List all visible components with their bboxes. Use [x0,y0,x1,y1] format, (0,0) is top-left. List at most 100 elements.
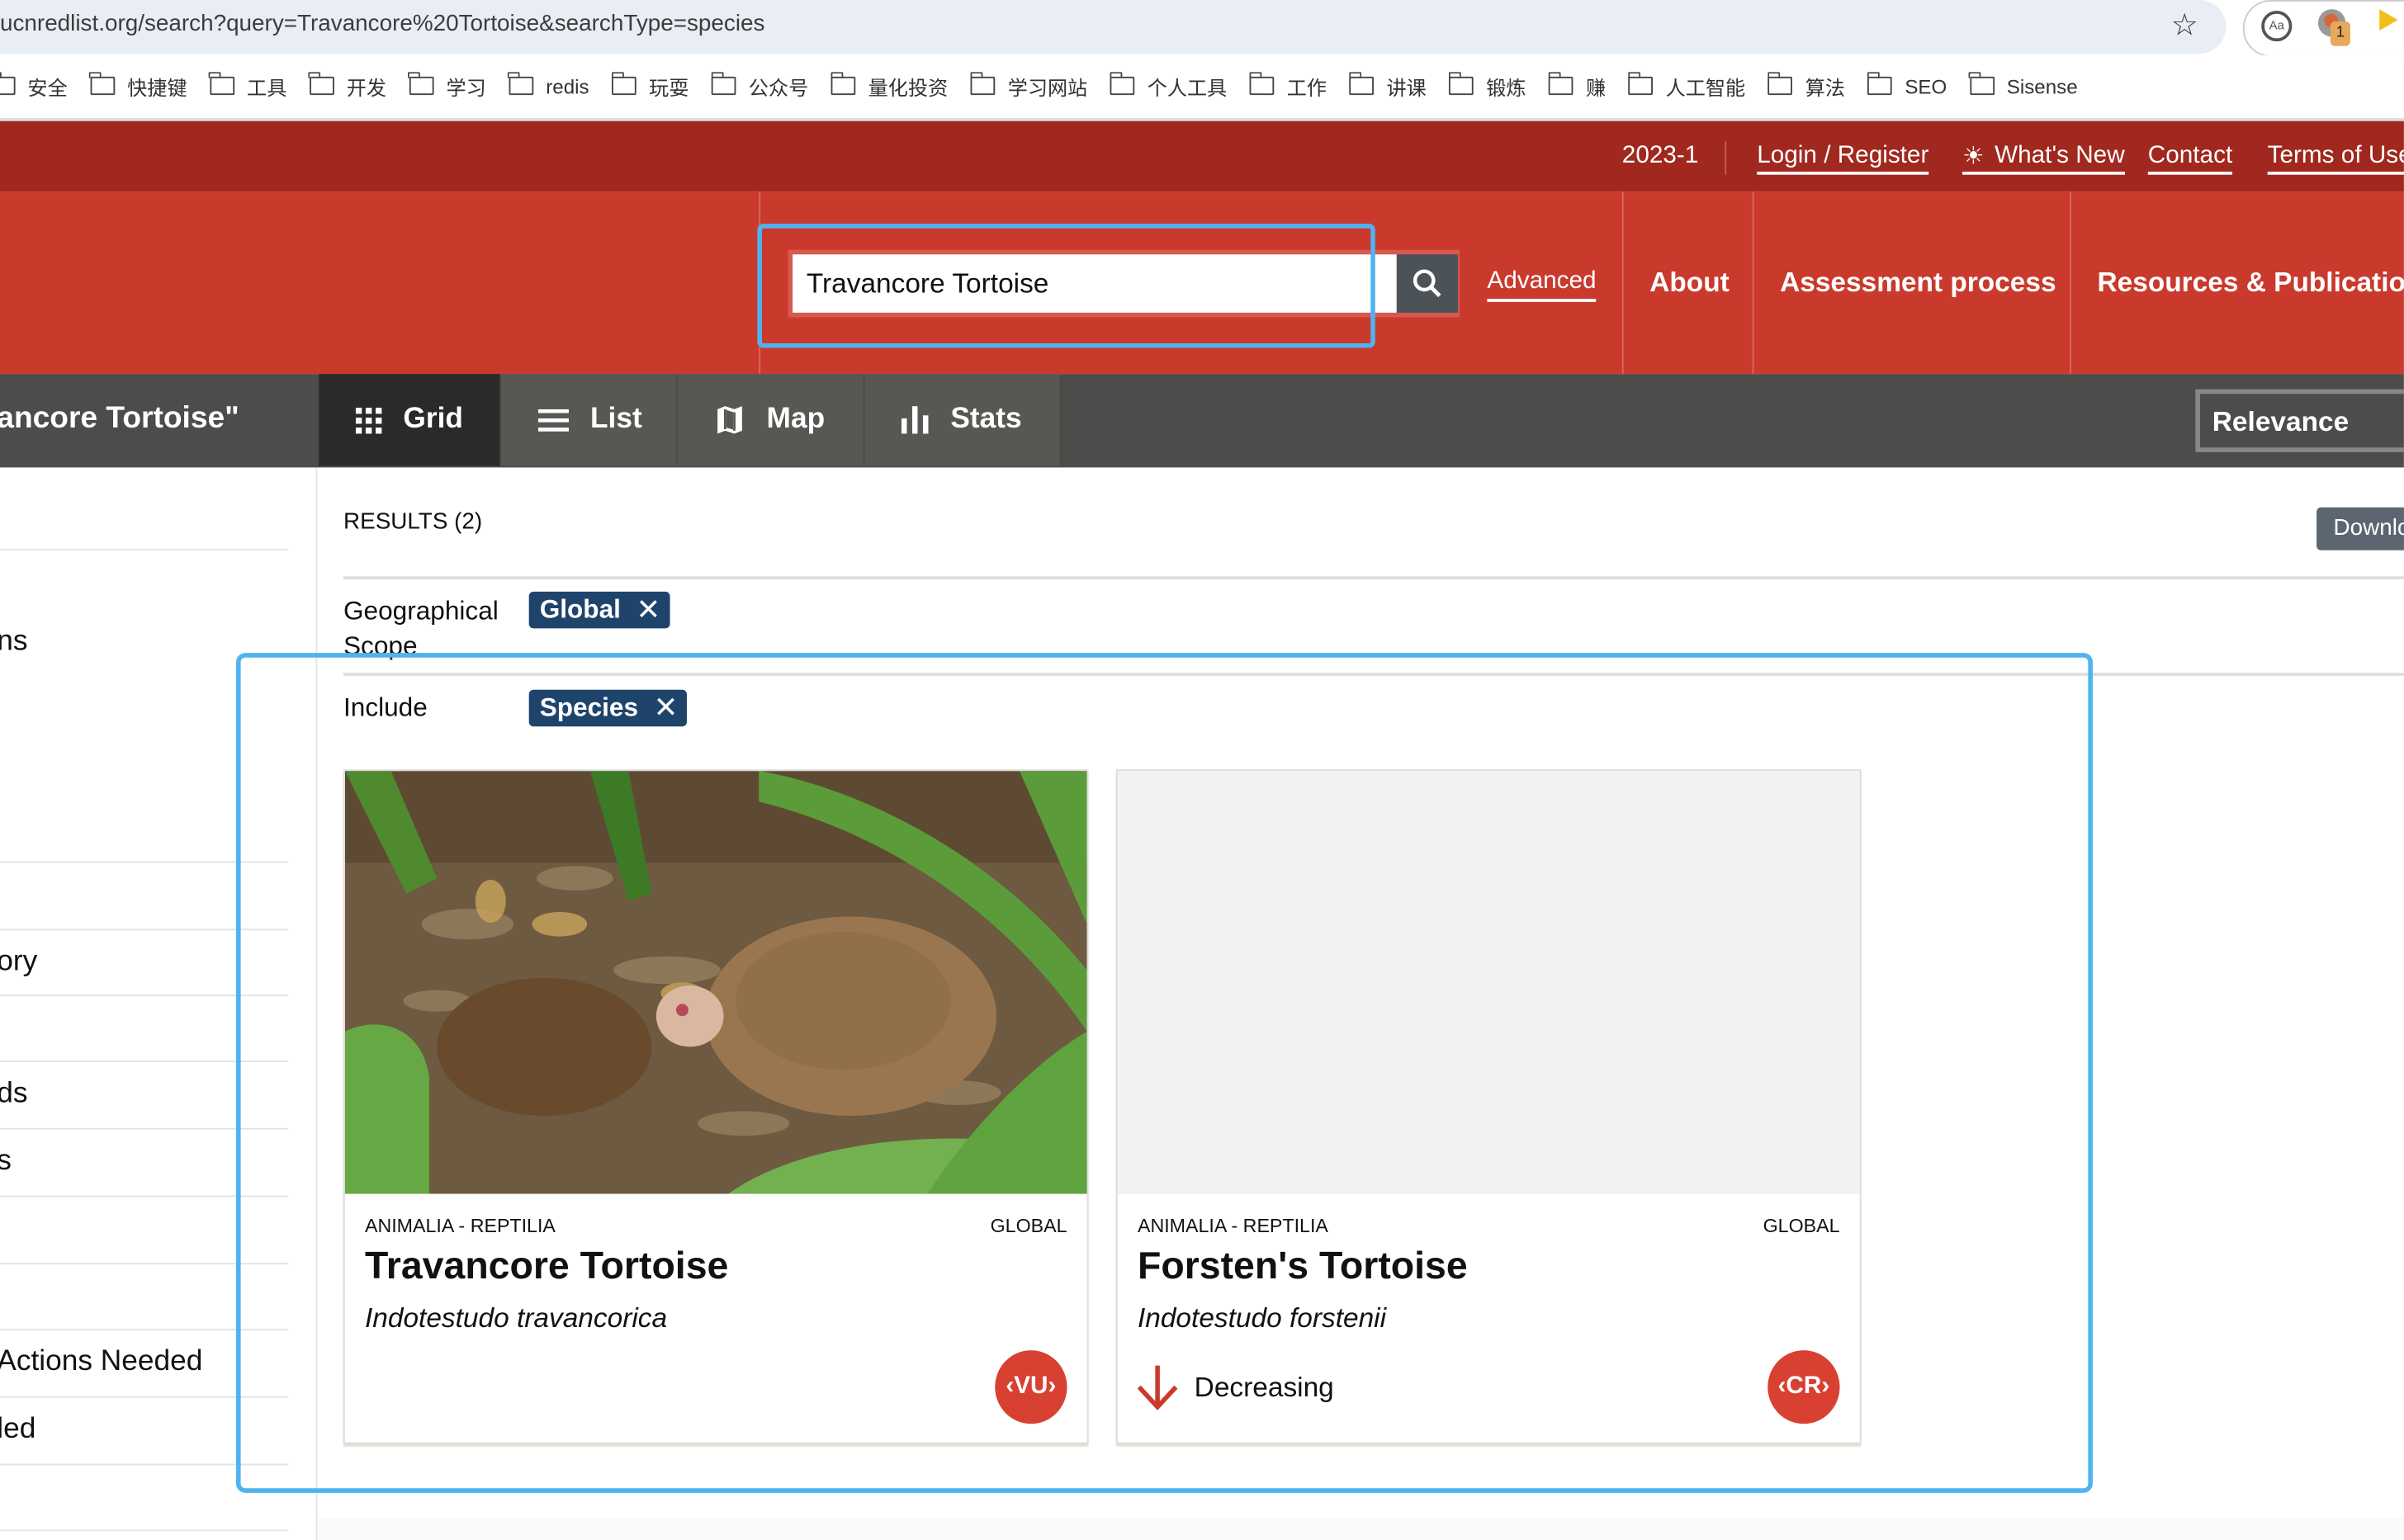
login-register-link[interactable]: Login / Register [1757,143,1929,175]
bookmark-folder[interactable]: 工作 [1249,71,1327,100]
bookmark-label: 工作 [1286,75,1327,99]
bookmark-label: 安全 [27,75,68,99]
bookmark-folder[interactable]: 开发 [309,71,387,100]
advanced-search-link[interactable]: Advanced [1487,268,1597,302]
bookmark-label: 公众号 [748,75,809,99]
nav-resources-publications[interactable]: Resources & Publications [2098,267,2404,299]
tab-grid[interactable]: Grid [319,374,500,466]
bookmark-folder[interactable]: 量化投资 [830,71,949,100]
url-text[interactable]: ucnredlist.org/search?query=Travancore%2… [0,11,764,37]
extension-badge-count: 1 [2330,21,2350,46]
bookmark-folder[interactable]: 公众号 [711,71,809,100]
bookmark-folder[interactable]: 快捷键 [89,71,187,100]
tab-label: Stats [950,403,1022,436]
extension-yellow-icon[interactable] [2379,9,2398,31]
contact-link[interactable]: Contact [2147,143,2233,175]
nav-about[interactable]: About [1649,267,1730,299]
folder-icon [1767,72,1793,96]
bookmark-folder[interactable]: 讲课 [1348,71,1427,100]
sidebar-item[interactable]: ns [0,626,28,659]
bookmark-label: 玩耍 [649,75,689,99]
folder-icon [408,72,434,96]
folder-icon [1969,72,1995,96]
bookmark-star-icon[interactable]: ☆ [2171,6,2198,44]
search-icon [1413,269,1441,298]
folder-icon [1249,72,1275,96]
chip-label: Global [539,594,621,624]
bookmark-label: 学习 [446,75,486,99]
sidebar-item[interactable]: Actions Needed [0,1346,202,1380]
bookmark-folder[interactable]: redis [508,72,589,97]
bookmark-label: Sisense [2006,74,2078,97]
tab-list[interactable]: List [501,374,676,466]
divider [1725,140,1727,175]
tab-map[interactable]: Map [677,374,864,466]
folder-icon [0,72,16,96]
bookmark-folder[interactable]: SEO [1867,72,1947,97]
bookmark-label: 人工智能 [1665,75,1746,99]
bookmarks-bar: 安全 快捷键 工具 开发 学习 redis 玩耍 公众号 量化投资 学习网站 个… [0,54,2404,117]
bookmark-label: 锻炼 [1486,75,1526,99]
annotation-highlight-box [757,224,1375,348]
sidebar-item[interactable]: ds [0,1078,28,1112]
folder-icon [970,72,996,96]
sidebar-item[interactable]: led [0,1413,35,1447]
sort-select[interactable]: Relevance [2195,389,2404,452]
bookmark-folder[interactable]: 算法 [1767,71,1845,100]
map-icon [714,404,745,435]
folder-icon [508,72,534,96]
tab-label: Grid [403,403,463,436]
folder-icon [1110,72,1135,96]
version-label: 2023-1 [1621,142,1699,169]
bookmark-label: 快捷键 [127,75,187,99]
folder-icon [1348,72,1375,96]
folder-icon [830,72,856,96]
bookmark-folder[interactable]: 玩耍 [611,71,689,100]
sidebar-item[interactable]: s [0,1145,12,1179]
tab-stats[interactable]: Stats [864,374,1060,466]
nav-assessment-process[interactable]: Assessment process [1780,267,2056,299]
bookmark-folder[interactable]: 工具 [209,71,287,100]
divider [2070,191,2071,375]
bookmark-folder[interactable]: 赚 [1548,71,1607,100]
folder-icon [711,72,736,96]
filter-chip-global[interactable]: Global ✕ [528,591,670,629]
search-button[interactable] [1396,254,1459,313]
bookmark-label: SEO [1905,74,1947,97]
download-button[interactable]: Downlo [2316,507,2404,550]
results-count: RESULTS (2) [343,508,483,536]
divider [1621,191,1624,375]
bookmark-folder[interactable]: 个人工具 [1110,71,1227,100]
bookmark-label: 量化投资 [868,75,949,99]
close-icon[interactable]: ✕ [636,593,661,628]
folder-icon [309,72,334,96]
search-query-title: ancore Tortoise" [0,401,239,436]
bookmark-folder[interactable]: Sisense [1969,72,2078,97]
annotation-highlight-box [235,653,2093,1493]
translate-extension-icon[interactable]: Aa [2261,10,2293,42]
bookmark-label: 工具 [247,75,287,99]
bookmark-label: 算法 [1805,75,1845,99]
page: ucnredlist.org/search?query=Travancore%2… [0,0,2404,1540]
terms-of-use-link[interactable]: Terms of Use [2267,143,2404,175]
folder-icon [209,72,235,96]
bookmark-folder[interactable]: 安全 [0,71,68,100]
bookmark-label: redis [546,74,589,97]
folder-icon [1627,72,1654,96]
folder-icon [1548,72,1574,96]
bookmark-label: 赚 [1585,75,1607,99]
bookmark-folder[interactable]: 锻炼 [1448,71,1526,100]
tab-label: Map [766,403,826,436]
sidebar-item[interactable]: ory [0,946,37,980]
whats-new-link[interactable]: What's New [1962,143,2125,175]
bookmark-label: 开发 [346,75,387,99]
bookmark-folder[interactable]: 人工智能 [1627,71,1746,100]
footer-strip [317,1517,2404,1540]
bookmark-folder[interactable]: 学习 [408,71,486,100]
divider [1752,191,1754,375]
list-icon [537,408,569,432]
tab-label: List [589,403,642,436]
divider [343,576,2404,579]
bookmark-folder[interactable]: 学习网站 [970,71,1087,100]
bar-chart-icon [901,406,929,434]
